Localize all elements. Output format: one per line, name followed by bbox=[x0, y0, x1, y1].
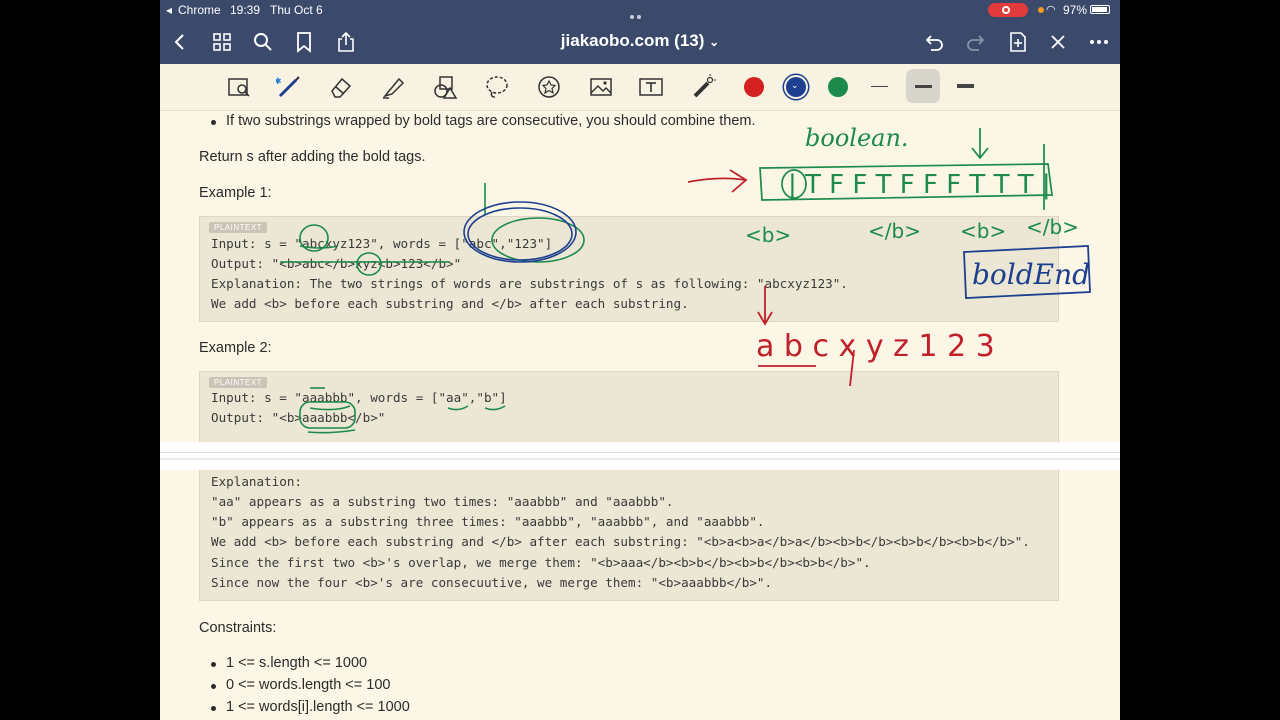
ink-red-arrow bbox=[687, 177, 746, 183]
ink-tag-close-b: </b> bbox=[1026, 215, 1079, 239]
handwritten-annotations: boolean. | T F F T F F F T T T | <b> </b… bbox=[280, 124, 1091, 434]
ink-red-string: a b c x y z 1 2 3 bbox=[756, 329, 995, 364]
ink-tag-b: <b> bbox=[745, 223, 791, 247]
ink-tag-close-b: </b> bbox=[868, 219, 921, 243]
ink-box-aaabbb bbox=[299, 401, 356, 429]
ink-label-boolean: boolean. bbox=[805, 124, 909, 152]
ink-boldend: boldEnd bbox=[972, 258, 1090, 291]
ink-circle-blue bbox=[463, 201, 577, 263]
ink-tag-b: <b> bbox=[960, 219, 1006, 243]
ink-boolean-array: | T F F T F F F T T T | bbox=[788, 170, 1051, 200]
ipad-screen: ◂ Chrome 19:39 Thu Oct 6 ◠ 97% jiakaobo.… bbox=[160, 0, 1120, 720]
ink-circle-x bbox=[356, 252, 382, 276]
